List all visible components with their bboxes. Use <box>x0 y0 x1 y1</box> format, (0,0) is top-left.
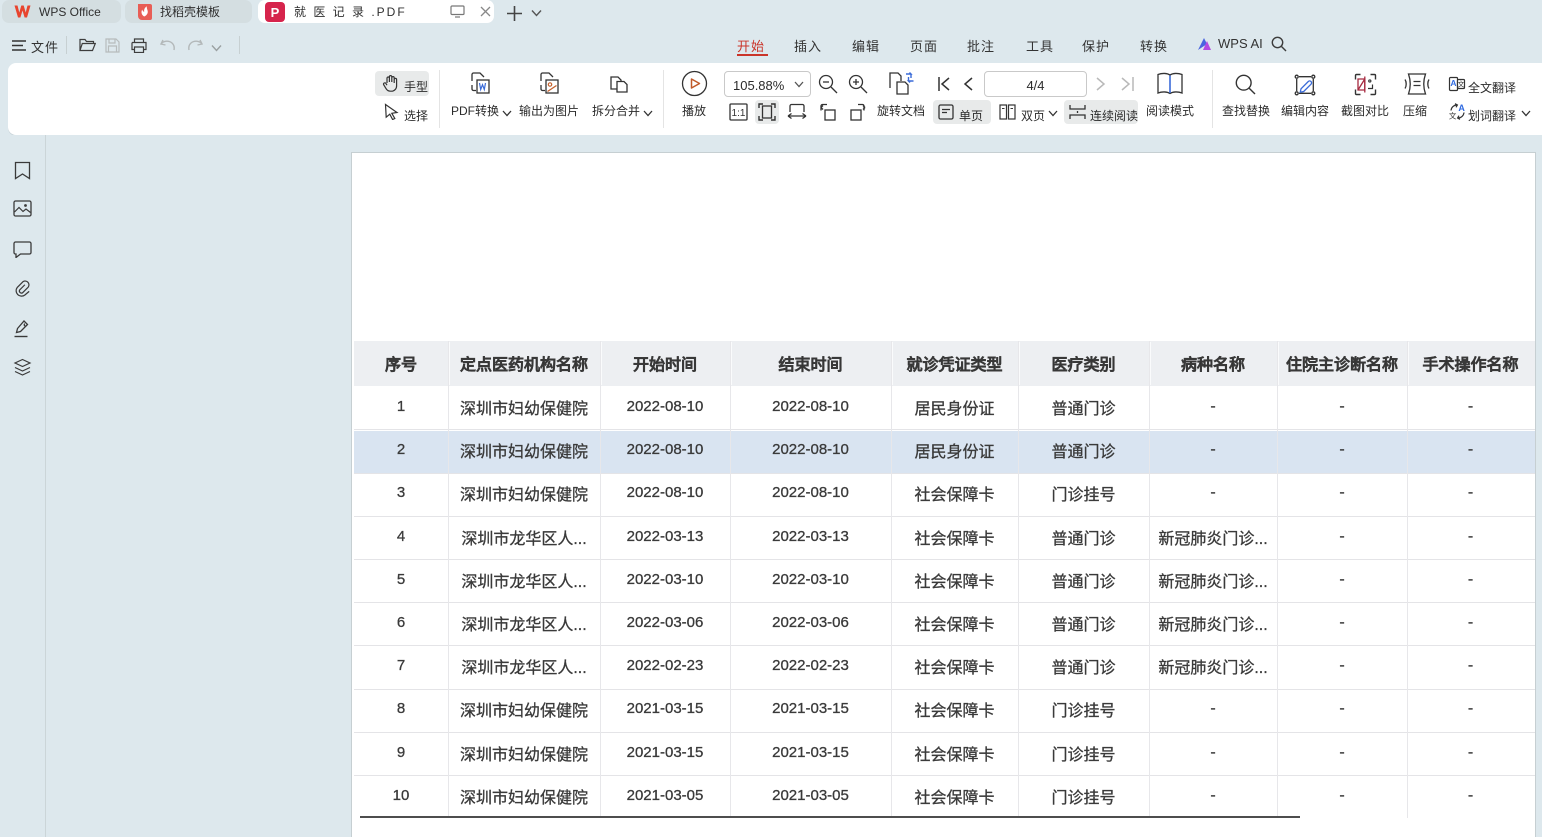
svg-text:文: 文 <box>1449 111 1457 120</box>
svg-text:A: A <box>1450 78 1456 88</box>
svg-text:P: P <box>271 5 280 20</box>
svg-text:文: 文 <box>1458 80 1465 89</box>
svg-text:A: A <box>1458 103 1465 113</box>
svg-text:1:1: 1:1 <box>732 108 746 119</box>
